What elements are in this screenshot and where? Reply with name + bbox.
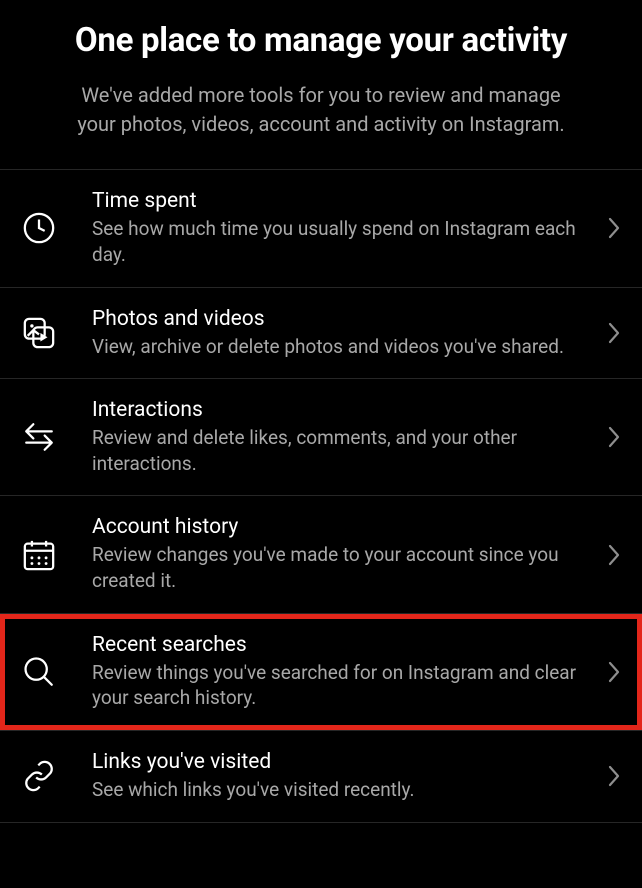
text-col: Account history Review changes you've ma…	[92, 515, 622, 593]
item-desc: Review changes you've made to your accou…	[92, 542, 582, 593]
item-desc: View, archive or delete photos and video…	[92, 334, 582, 360]
text-col: Interactions Review and delete likes, co…	[92, 398, 622, 476]
row-account-history[interactable]: Account history Review changes you've ma…	[0, 496, 642, 613]
item-title: Photos and videos	[92, 307, 582, 331]
link-icon	[20, 757, 58, 795]
chevron-right-icon	[606, 423, 622, 451]
row-photos-videos[interactable]: Photos and videos View, archive or delet…	[0, 288, 642, 380]
item-desc: See how much time you usually spend on I…	[92, 216, 582, 267]
clock-icon	[20, 209, 58, 247]
header: One place to manage your activity We've …	[0, 0, 642, 169]
text-col: Links you've visited See which links you…	[92, 750, 622, 803]
text-col: Photos and videos View, archive or delet…	[92, 307, 622, 360]
chevron-right-icon	[606, 214, 622, 242]
item-desc: Review and delete likes, comments, and y…	[92, 425, 582, 476]
page-subtitle: We've added more tools for you to review…	[40, 81, 602, 139]
swap-arrows-icon	[20, 418, 58, 456]
item-desc: See which links you've visited recently.	[92, 777, 582, 803]
row-time-spent[interactable]: Time spent See how much time you usually…	[0, 170, 642, 287]
item-title: Links you've visited	[92, 750, 582, 774]
chevron-right-icon	[606, 541, 622, 569]
item-title: Interactions	[92, 398, 582, 422]
search-icon	[20, 653, 58, 691]
item-title: Account history	[92, 515, 582, 539]
calendar-icon	[20, 536, 58, 574]
chevron-right-icon	[606, 762, 622, 790]
text-col: Recent searches Review things you've sea…	[92, 633, 622, 711]
item-title: Recent searches	[92, 633, 582, 657]
activity-list: Time spent See how much time you usually…	[0, 169, 642, 822]
page-title: One place to manage your activity	[40, 20, 602, 61]
row-recent-searches[interactable]: Recent searches Review things you've sea…	[0, 614, 642, 731]
media-icon	[20, 314, 58, 352]
row-links-visited[interactable]: Links you've visited See which links you…	[0, 731, 642, 823]
chevron-right-icon	[606, 319, 622, 347]
chevron-right-icon	[606, 658, 622, 686]
item-title: Time spent	[92, 189, 582, 213]
text-col: Time spent See how much time you usually…	[92, 189, 622, 267]
item-desc: Review things you've searched for on Ins…	[92, 660, 582, 711]
row-interactions[interactable]: Interactions Review and delete likes, co…	[0, 379, 642, 496]
